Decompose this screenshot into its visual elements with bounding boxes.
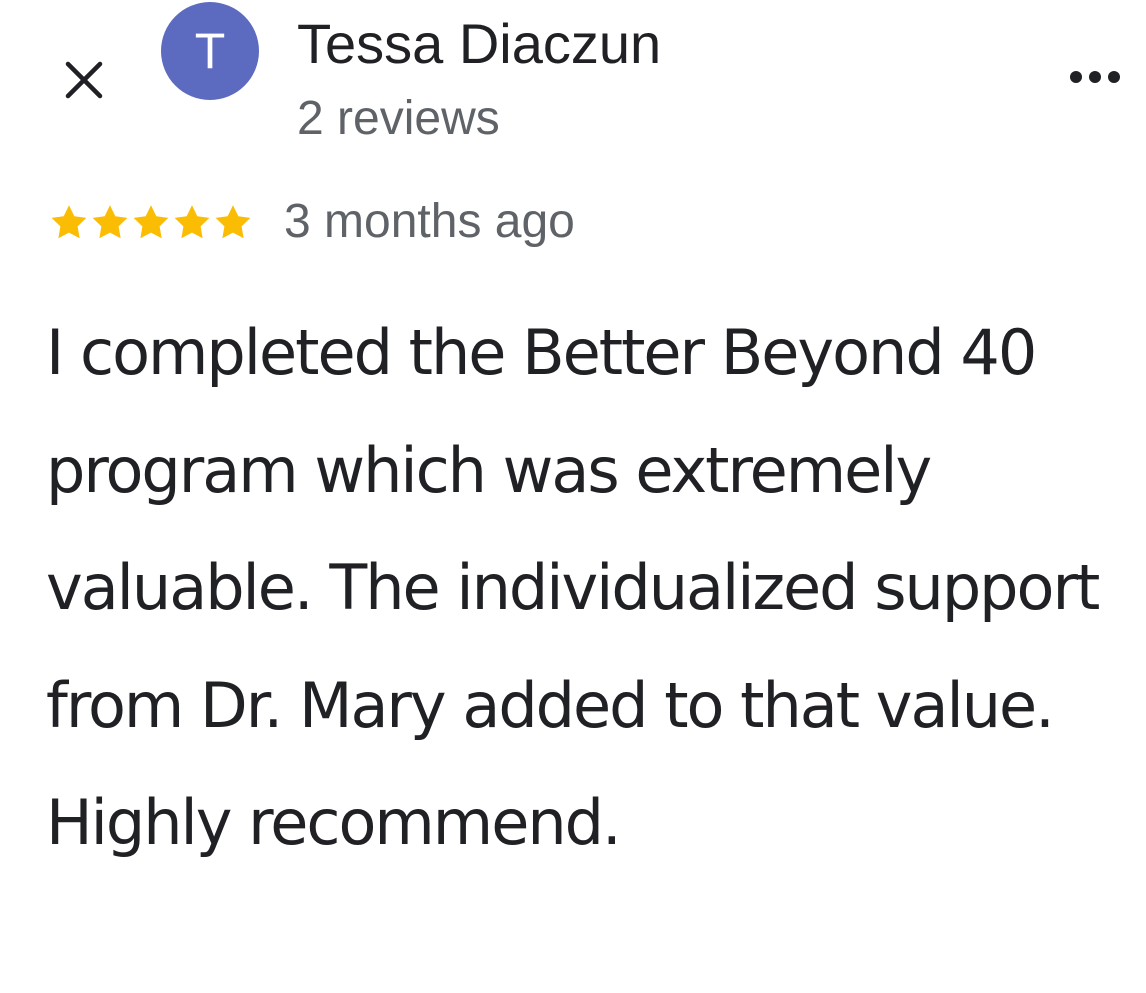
- star-icon: [92, 205, 128, 239]
- close-button[interactable]: [56, 52, 112, 108]
- star-rating: [50, 204, 252, 240]
- avatar-initial: T: [194, 23, 226, 79]
- star-icon: [215, 205, 251, 239]
- review-count: 2 reviews: [297, 92, 500, 145]
- avatar[interactable]: T: [161, 2, 259, 100]
- review-text: I completed the Better Beyond 40 program…: [46, 316, 1100, 859]
- star-icon: [174, 205, 210, 239]
- star-icon: [133, 205, 169, 239]
- rating-row: 3 months ago: [50, 190, 575, 254]
- more-horizontal-icon: [1070, 71, 1120, 83]
- reviewer-name[interactable]: Tessa Diaczun: [297, 8, 661, 80]
- review-date: 3 months ago: [284, 195, 575, 248]
- close-icon: [65, 61, 103, 99]
- star-icon: [51, 205, 87, 239]
- more-options-button[interactable]: [1062, 52, 1128, 102]
